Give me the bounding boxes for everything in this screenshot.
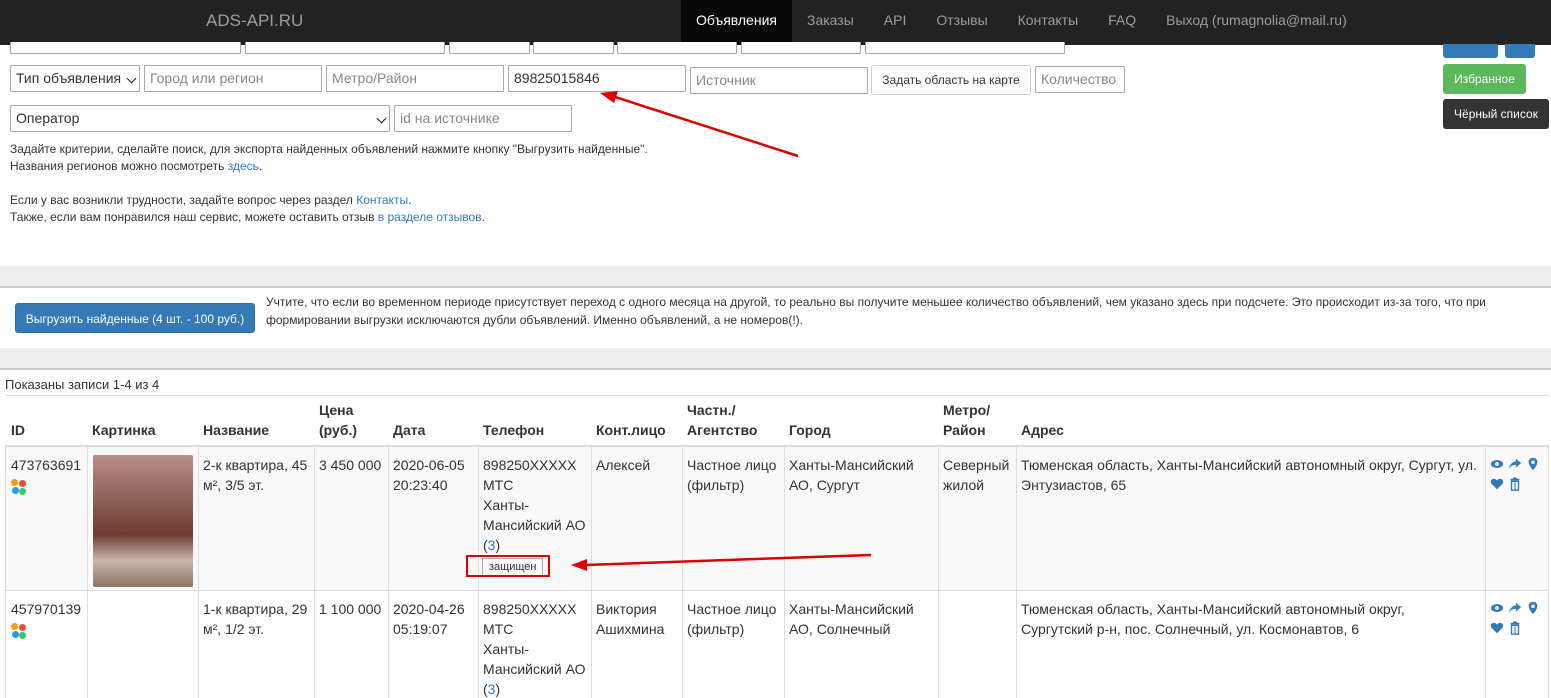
share-icon[interactable] xyxy=(1508,457,1522,471)
reviews-link[interactable]: в разделе отзывов xyxy=(378,210,482,224)
operator-select[interactable]: Оператор xyxy=(10,105,390,132)
nav-item-ads[interactable]: Объявления xyxy=(681,0,792,45)
reset-button[interactable] xyxy=(1505,44,1535,58)
cell-name[interactable]: 1-к квартира, 29 xyxy=(203,599,307,619)
filter-hidden-4[interactable] xyxy=(533,42,614,54)
filter-hidden-6[interactable] xyxy=(741,42,861,54)
blacklist-button[interactable]: Чёрный список xyxy=(1443,99,1549,129)
cell-city: Ханты-Мансийский xyxy=(789,601,914,617)
phone-count-link[interactable]: 3 xyxy=(488,681,496,697)
source-icon xyxy=(11,623,27,639)
listing-thumbnail[interactable] xyxy=(93,455,193,587)
cell-phone: 898250XXXXX xyxy=(483,601,577,617)
info-line-3: Если у вас возникли трудности, задайте в… xyxy=(10,193,412,207)
separator-line-2 xyxy=(0,368,1551,370)
separator-line xyxy=(0,286,1551,288)
ad-type-select[interactable]: Тип объявления xyxy=(10,65,140,92)
header-picture: Картинка xyxy=(92,422,156,438)
filter-hidden-7[interactable] xyxy=(865,42,1065,54)
nav-item-reviews[interactable]: Отзывы xyxy=(921,0,1002,45)
nav-item-contacts[interactable]: Контакты xyxy=(1003,0,1093,45)
separator-band xyxy=(0,266,1551,286)
separator-band-2 xyxy=(0,348,1551,368)
records-count: Показаны записи 1-4 из 4 xyxy=(5,377,160,392)
cell-price: 3 450 000 xyxy=(319,457,382,473)
cell-city: Ханты-Мансийский xyxy=(789,457,914,473)
map-marker-icon[interactable] xyxy=(1526,601,1540,615)
header-type-1: Частн./ xyxy=(687,402,736,418)
trash-icon[interactable] xyxy=(1508,477,1522,491)
info-line-4: Также, если вам понравился наш сервис, м… xyxy=(10,210,485,224)
info-line-2: Названия регионов можно посмотреть здесь… xyxy=(10,159,263,173)
share-icon[interactable] xyxy=(1508,601,1522,615)
search-button[interactable] xyxy=(1443,44,1498,58)
cell-contact: Виктория xyxy=(596,601,657,617)
metro-input[interactable]: Метро/Район xyxy=(326,65,504,92)
contacts-link[interactable]: Контакты xyxy=(356,193,408,207)
navbar: ADS-API.RU Объявления Заказы API Отзывы … xyxy=(0,0,1551,45)
cell-phone: 898250XXXXX xyxy=(483,457,577,473)
operator-select-value: Оператор xyxy=(16,110,80,126)
header-address: Адрес xyxy=(1021,422,1064,438)
cell-price: 1 100 000 xyxy=(319,601,382,617)
source-id-input[interactable]: id на источнике xyxy=(394,105,572,132)
phone-count-link[interactable]: 3 xyxy=(488,537,496,553)
cell-metro: Северный xyxy=(943,457,1010,473)
filter-hidden-2[interactable] xyxy=(245,42,445,54)
header-type-2: Агентство xyxy=(687,422,758,438)
cell-address: Тюменская область, Ханты-Мансийский авто… xyxy=(1021,601,1405,617)
cell-contact: Алексей xyxy=(596,457,651,473)
city-input[interactable]: Город или регион xyxy=(144,65,322,92)
cell-id: 457970139 xyxy=(11,601,82,617)
annotation-highlight-box xyxy=(466,555,550,577)
info-line-1: Задайте критерии, сделайте поиск, для эк… xyxy=(10,142,648,156)
cell-date: 2020-04-26 xyxy=(393,601,465,617)
eye-icon[interactable] xyxy=(1490,601,1504,615)
header-phone: Телефон xyxy=(483,422,545,438)
chevron-down-icon xyxy=(376,113,387,124)
cell-id: 473763691 xyxy=(11,457,82,473)
nav-item-api[interactable]: API xyxy=(869,0,922,45)
ad-type-select-value: Тип объявления xyxy=(16,70,122,86)
filter-hidden-1[interactable] xyxy=(10,42,241,54)
favorites-button[interactable]: Избранное xyxy=(1443,64,1526,94)
chevron-down-icon xyxy=(126,73,137,84)
header-date[interactable]: Дата xyxy=(393,420,425,440)
regions-link[interactable]: здесь xyxy=(228,159,259,173)
heart-icon[interactable] xyxy=(1490,477,1504,491)
header-metro-1: Метро/ xyxy=(943,402,991,418)
header-id[interactable]: ID xyxy=(11,420,25,440)
cell-date: 2020-06-05 xyxy=(393,457,465,473)
eye-icon[interactable] xyxy=(1490,457,1504,471)
annotation-arrow-protected xyxy=(571,553,872,571)
export-button[interactable]: Выгрузить найденные (4 шт. - 100 руб.) xyxy=(15,303,255,333)
export-note: Учтите, что если во временном периоде пр… xyxy=(266,295,1486,327)
header-city: Город xyxy=(789,422,831,438)
heart-icon[interactable] xyxy=(1490,621,1504,635)
count-input[interactable]: Количество xyxy=(1035,66,1125,93)
nav-item-orders[interactable]: Заказы xyxy=(792,0,869,45)
source-icon xyxy=(11,479,27,495)
cell-address: Тюменская область, Ханты-Мансийский авто… xyxy=(1021,457,1477,473)
map-marker-icon[interactable] xyxy=(1526,457,1540,471)
nav-item-logout[interactable]: Выход (rumagnolia@mail.ru) xyxy=(1151,0,1362,45)
brand-logo[interactable]: ADS-API.RU xyxy=(206,11,303,31)
cell-type: Частное лицо xyxy=(687,601,777,617)
header-name[interactable]: Название xyxy=(203,420,269,440)
header-price-1[interactable]: Цена xyxy=(319,400,353,420)
cell-name[interactable]: 2-к квартира, 45 xyxy=(203,455,307,475)
table-header: ID Картинка Название Цена (руб.) Дата Те… xyxy=(5,395,1549,447)
map-area-button[interactable]: Задать область на карте xyxy=(871,65,1031,95)
cell-type: Частное лицо xyxy=(687,457,777,473)
header-price-2[interactable]: (руб.) xyxy=(319,420,357,440)
nav-item-faq[interactable]: FAQ xyxy=(1093,0,1151,45)
trash-icon[interactable] xyxy=(1508,621,1522,635)
filter-hidden-5[interactable] xyxy=(617,42,737,54)
header-contact: Конт.лицо xyxy=(596,422,666,438)
filter-hidden-3[interactable] xyxy=(449,42,530,54)
nav-menu: Объявления Заказы API Отзывы Контакты FA… xyxy=(681,0,1362,45)
table-row: 457970139 1-к квартира, 29 м², 1/2 эт. 1 … xyxy=(5,591,1549,698)
header-metro-2: Район xyxy=(943,422,986,438)
